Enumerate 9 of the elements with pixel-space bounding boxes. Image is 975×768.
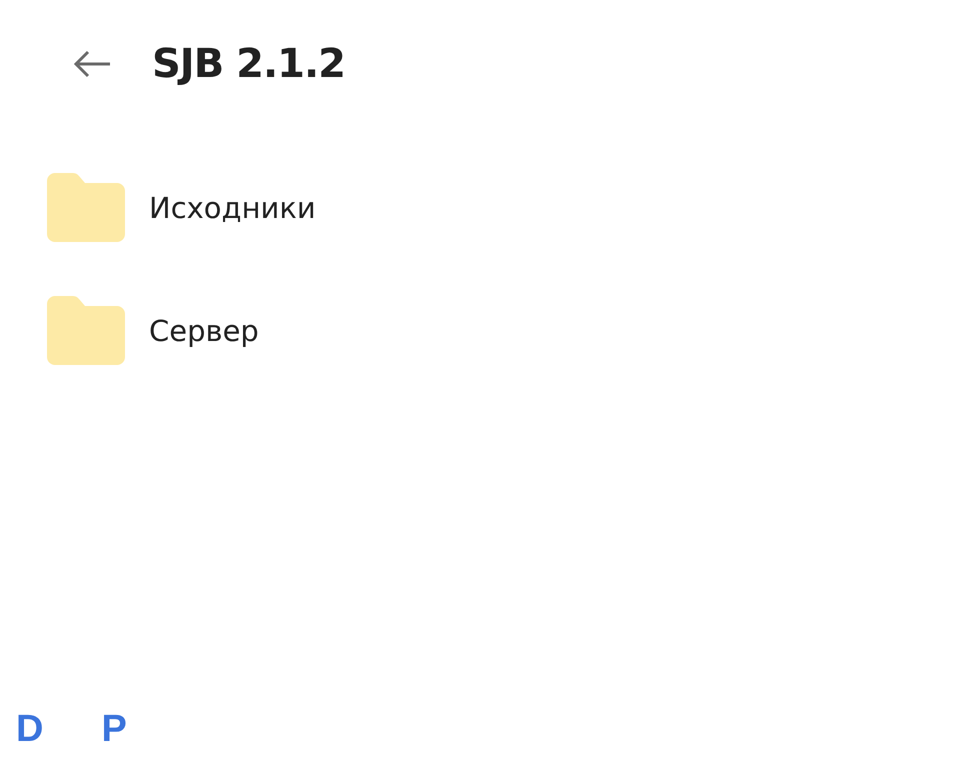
logo-letter: D [16, 708, 44, 751]
back-button[interactable] [72, 49, 112, 79]
folder-title: SJB 2.1.2 [152, 41, 345, 87]
folder-item[interactable]: Сервер [47, 296, 975, 365]
folder-icon [47, 296, 125, 365]
logo-letter: P [101, 708, 127, 751]
back-arrow-icon [72, 49, 112, 79]
folder-icon [47, 173, 125, 242]
folder-item[interactable]: Исходники [47, 173, 975, 242]
